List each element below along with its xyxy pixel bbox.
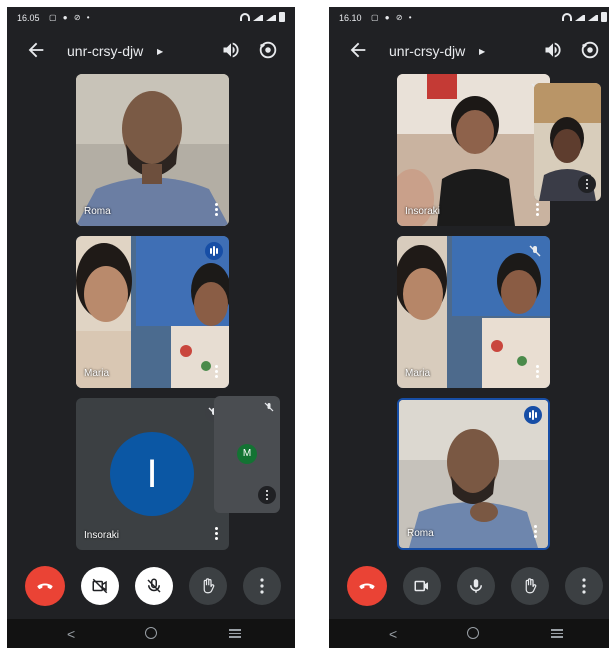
participant-video <box>399 400 548 548</box>
more-options-icon[interactable] <box>258 486 276 504</box>
nav-back-icon[interactable]: < <box>389 626 397 642</box>
more-options-button[interactable] <box>565 567 603 605</box>
end-call-icon <box>359 583 375 589</box>
self-view-tile[interactable] <box>534 83 601 201</box>
meeting-toolbar: unr-crsy-djw ▶ <box>7 37 295 65</box>
mic-off-icon <box>262 400 276 414</box>
end-call-button[interactable] <box>347 566 387 606</box>
signal-icon <box>575 13 585 21</box>
caret-right-icon[interactable]: ▶ <box>479 47 485 56</box>
speaking-indicator-icon <box>205 242 223 260</box>
end-call-icon <box>37 583 53 589</box>
speaker-icon[interactable] <box>543 40 563 60</box>
speaking-indicator-icon <box>524 406 542 424</box>
self-view-tile[interactable]: M <box>214 396 280 513</box>
more-options-icon[interactable] <box>213 202 219 218</box>
raise-hand-button[interactable] <box>189 567 227 605</box>
participant-tile[interactable]: Maria <box>397 236 550 388</box>
more-options-icon[interactable] <box>213 526 219 542</box>
participant-name: Insoraki <box>84 530 120 541</box>
speaker-icon[interactable] <box>221 40 241 60</box>
system-icons <box>240 12 285 22</box>
signal-icon <box>266 13 276 21</box>
phone-screen-left: 16.05 ▢ ● ⊘ • unr-crsy-djw ▶ Roma Maria … <box>7 7 295 648</box>
meeting-code[interactable]: unr-crsy-djw <box>67 43 143 59</box>
signal-icon <box>588 13 598 21</box>
more-options-icon[interactable] <box>213 364 219 380</box>
participant-name: Insoraki <box>405 206 441 217</box>
mic-button[interactable] <box>457 567 495 605</box>
end-call-button[interactable] <box>25 566 65 606</box>
back-arrow-icon[interactable] <box>25 39 47 61</box>
raise-hand-button[interactable] <box>511 567 549 605</box>
android-nav-bar: < <box>329 619 609 648</box>
signal-icon <box>253 13 263 21</box>
more-options-button[interactable] <box>243 567 281 605</box>
notification-icons: ▢ ● ⊘ • <box>49 13 92 22</box>
switch-camera-icon[interactable] <box>579 39 601 61</box>
more-options-icon[interactable] <box>534 364 540 380</box>
mic-icon <box>470 579 482 593</box>
more-options-icon[interactable] <box>532 524 538 540</box>
more-options-icon[interactable] <box>534 202 540 218</box>
wifi-icon <box>240 13 250 21</box>
mic-off-icon <box>147 578 161 593</box>
video-icon <box>414 580 428 592</box>
nav-recents-icon[interactable] <box>551 629 563 640</box>
participant-tile[interactable]: I Insoraki <box>76 398 229 550</box>
wifi-icon <box>562 13 572 21</box>
nav-home-icon[interactable] <box>145 627 157 639</box>
camera-off-button[interactable] <box>81 567 119 605</box>
participant-video <box>76 236 229 388</box>
back-arrow-icon[interactable] <box>347 39 369 61</box>
switch-camera-icon[interactable] <box>257 39 279 61</box>
participant-tile[interactable]: Roma <box>76 74 229 226</box>
status-bar: 16.10 ▢ ● ⊘ • <box>329 7 609 29</box>
caret-right-icon[interactable]: ▶ <box>157 47 163 56</box>
hand-icon <box>525 578 537 594</box>
phone-screen-right: 16.10 ▢ ● ⊘ • unr-crsy-djw ▶ Insoraki Ma… <box>329 7 609 648</box>
nav-home-icon[interactable] <box>467 627 479 639</box>
participant-tile[interactable]: Insoraki <box>397 74 550 226</box>
more-vert-icon <box>260 578 264 594</box>
nav-recents-icon[interactable] <box>229 629 241 640</box>
camera-button[interactable] <box>403 567 441 605</box>
call-controls <box>7 565 295 609</box>
self-avatar: M <box>237 444 257 464</box>
battery-icon <box>601 12 607 22</box>
battery-icon <box>279 12 285 22</box>
call-controls <box>329 565 609 609</box>
participant-tile[interactable]: Maria <box>76 236 229 388</box>
system-icons <box>562 12 607 22</box>
notification-icons: ▢ ● ⊘ • <box>371 13 414 22</box>
more-options-icon[interactable] <box>578 175 596 193</box>
status-time: 16.10 <box>339 13 362 23</box>
status-time: 16.05 <box>17 13 40 23</box>
participant-tile-active[interactable]: Roma <box>397 398 550 550</box>
video-off-icon <box>92 578 108 594</box>
meeting-toolbar: unr-crsy-djw ▶ <box>329 37 609 65</box>
mic-off-button[interactable] <box>135 567 173 605</box>
mic-off-icon <box>526 242 544 260</box>
participant-name: Maria <box>405 368 431 379</box>
hand-icon <box>203 578 215 594</box>
participant-name: Maria <box>84 368 110 379</box>
participant-avatar: I <box>110 432 194 516</box>
android-nav-bar: < <box>7 619 295 648</box>
nav-back-icon[interactable]: < <box>67 626 75 642</box>
more-vert-icon <box>582 578 586 594</box>
participant-name: Roma <box>407 528 434 539</box>
meeting-code[interactable]: unr-crsy-djw <box>389 43 465 59</box>
status-bar: 16.05 ▢ ● ⊘ • <box>7 7 295 29</box>
participant-name: Roma <box>84 206 111 217</box>
participant-video <box>76 74 229 226</box>
